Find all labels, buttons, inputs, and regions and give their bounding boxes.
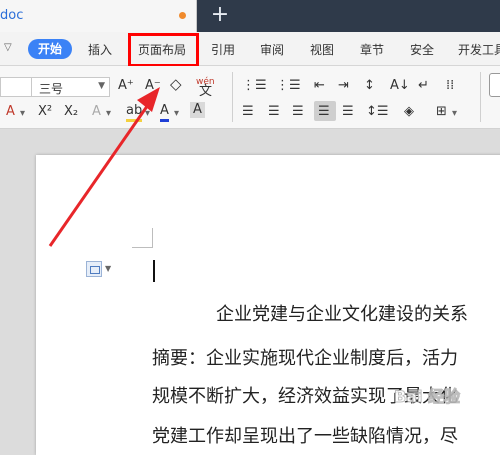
eraser-icon[interactable]: ◇ [170, 76, 182, 92]
align-left-icon[interactable]: ☰ [242, 104, 254, 120]
style-gallery-button[interactable] [489, 73, 500, 97]
border-icon[interactable]: ⊞ [436, 104, 447, 120]
char-shading-icon[interactable]: A [190, 102, 205, 118]
chevron-down-icon[interactable]: ▾ [145, 106, 150, 122]
tab-section[interactable]: 章节 [360, 41, 384, 58]
line-spacing-icon[interactable]: ↕☰ [366, 104, 389, 120]
highlight-pen-icon[interactable]: ab [126, 103, 143, 122]
decrease-indent-icon[interactable]: ⇤ [314, 78, 325, 94]
document-tab[interactable]: doc [0, 0, 197, 32]
chinese-layout-icon[interactable]: A↓ [390, 78, 410, 94]
page-layout-highlight-box [128, 33, 199, 67]
align-right-icon[interactable]: ☰ [292, 104, 304, 120]
phonetic-guide-char: 文 [199, 84, 213, 99]
tab-security[interactable]: 安全 [410, 41, 434, 58]
font-size-select[interactable]: 三号 ▼ [0, 77, 110, 97]
paste-options-icon[interactable] [86, 261, 102, 277]
distributed-icon[interactable]: ☰ [342, 104, 354, 120]
doc-text-line: 党建工作却呈现出了一些缺陷情况，尽 [152, 426, 458, 447]
tab-insert[interactable]: 插入 [88, 41, 112, 58]
doc-title-line: 企业党建与企业文化建设的关系 [216, 304, 468, 325]
font-size-value: 三号 [39, 82, 64, 96]
superscript-icon[interactable]: X² [38, 104, 52, 120]
margin-corner-mark [132, 247, 152, 248]
toolbar-separator [232, 72, 233, 122]
grow-font-icon[interactable]: A⁺ [118, 78, 134, 94]
chevron-down-icon[interactable]: ▾ [174, 106, 179, 122]
text-cursor [153, 260, 155, 282]
numbered-list-icon[interactable]: ⋮☰ [276, 78, 301, 94]
tab-start[interactable]: 开始 [28, 39, 72, 59]
text-effect-icon[interactable]: A [92, 104, 101, 120]
show-marks-icon[interactable]: ↵ [418, 78, 429, 94]
baidu-jingyan-watermark-logo: Bai 经验 [394, 387, 462, 407]
menu-chevron-icon[interactable]: ▽ [4, 42, 12, 53]
chevron-down-icon[interactable]: ▾ [106, 106, 111, 122]
bullet-list-icon[interactable]: ⋮☰ [242, 78, 267, 94]
margin-corner-mark [152, 228, 153, 248]
chevron-down-icon[interactable]: ▾ [20, 106, 25, 122]
new-tab-plus-icon[interactable]: + [208, 4, 232, 28]
subscript-icon[interactable]: X₂ [64, 104, 78, 120]
align-center-icon[interactable]: ☰ [268, 104, 280, 120]
increase-indent-icon[interactable]: ⇥ [338, 78, 349, 94]
shrink-font-icon[interactable]: A⁻ [145, 78, 161, 94]
paragraph-icon[interactable]: ⁞⁞ [446, 78, 454, 94]
chevron-down-icon: ▼ [98, 81, 105, 91]
font-color-icon[interactable]: A [160, 103, 169, 122]
fill-shading-icon[interactable]: ◈ [404, 104, 414, 120]
title-bar: doc + [0, 0, 500, 32]
chevron-down-icon[interactable]: ▼ [105, 264, 111, 273]
tab-references[interactable]: 引用 [211, 41, 235, 58]
font-color-a-icon[interactable]: A [6, 104, 15, 120]
chevron-down-icon[interactable]: ▾ [452, 106, 457, 122]
document-tab-name: doc [0, 8, 24, 23]
tab-view[interactable]: 视图 [310, 41, 334, 58]
tab-review[interactable]: 审阅 [260, 41, 284, 58]
ribbon-menu: ▽ 开始 插入 页面布局 引用 审阅 视图 章节 安全 开发工具 [0, 32, 500, 66]
toolbar-separator [480, 72, 481, 122]
doc-text-line: 摘要：企业实施现代企业制度后，活力 [152, 348, 458, 369]
justify-icon[interactable]: ☰ [318, 104, 330, 120]
watermark-text: Bai 经验 [394, 387, 461, 406]
tab-developer[interactable]: 开发工具 [458, 41, 500, 58]
unsaved-dot-icon [179, 12, 186, 19]
sort-icon[interactable]: ↕ [364, 78, 375, 94]
